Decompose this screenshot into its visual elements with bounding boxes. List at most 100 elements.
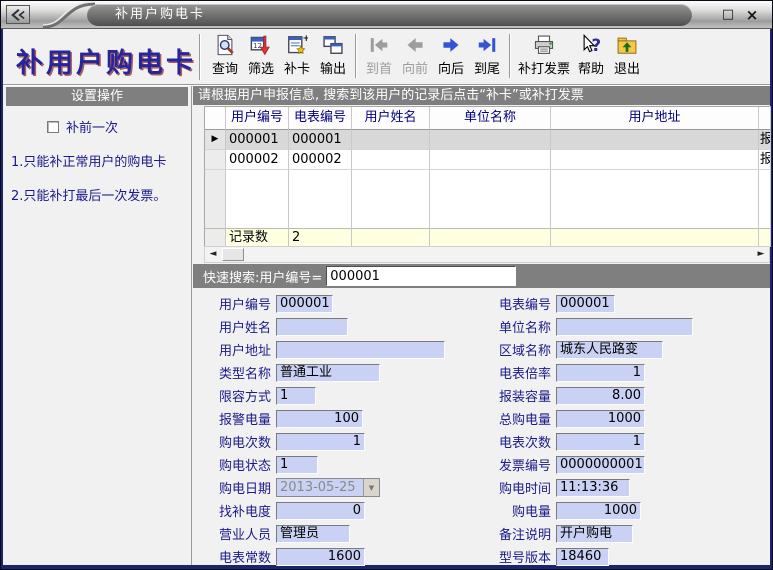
form-field[interactable]: 18460 [556, 548, 609, 566]
toolbar-button-label: 到首 [366, 58, 392, 77]
form-field[interactable]: 1600 [276, 548, 365, 566]
form-field[interactable]: 城东人民路变 [556, 341, 663, 359]
toolbar: 查询12筛选+补卡输出到首向前向后到尾补打发票?帮助退出 [207, 32, 645, 78]
scroll-right-icon[interactable]: ► [753, 247, 769, 262]
field-label: 电表倍率 [481, 363, 554, 382]
toolbar-button-reprint-invoice[interactable]: 补打发票 [515, 32, 573, 77]
toolbar-button-help[interactable]: ?帮助 [573, 32, 609, 77]
form-row: 区域名称城东人民路变 [481, 338, 693, 361]
field-label: 找补电度 [201, 501, 274, 520]
reissue-previous-checkbox[interactable]: 补前一次 [47, 117, 191, 136]
record-count-value: 2 [289, 228, 352, 247]
form-field[interactable]: 100 [276, 410, 363, 428]
sidebar: 设置操作 补前一次 1.只能补正常用户的购电卡 2.只能补打最后一次发票。 [3, 86, 192, 565]
grid-instruction-message: 请根据用户申报信息, 搜索到该用户的记录后点击“补卡”或补打发票 [193, 86, 770, 105]
toolbar-button-label: 到尾 [474, 58, 500, 77]
form-row: 购电量1000 [481, 499, 693, 522]
form-field[interactable] [556, 318, 693, 336]
form-row: 营业人员管理员 [201, 522, 445, 545]
field-label: 报警电量 [201, 409, 274, 428]
field-label: 报装容量 [481, 386, 554, 405]
scroll-left-icon[interactable]: ◄ [205, 247, 221, 262]
toolbar-button-reissue-card[interactable]: +补卡 [279, 32, 315, 77]
nav-prev-icon [403, 33, 427, 57]
field-label: 区域名称 [481, 340, 554, 359]
form-field[interactable]: 0 [276, 502, 365, 520]
form-field[interactable]: 管理员 [276, 525, 350, 543]
form-field[interactable]: 11:13:36 [556, 479, 630, 497]
toolbar-button-nav-next[interactable]: 向后 [433, 32, 469, 77]
sidebar-note-2: 2.只能补打最后一次发票。 [11, 185, 191, 204]
field-label: 购电量 [481, 501, 554, 520]
scrollbar-thumb[interactable] [222, 248, 244, 261]
purchase-date-combobox[interactable]: 2013-05-25▼ [276, 478, 380, 497]
maximize-button[interactable]: □ [718, 6, 738, 24]
form-field[interactable]: 开户购电 [556, 525, 633, 543]
close-button[interactable]: × [742, 6, 762, 24]
form-field[interactable] [276, 341, 445, 359]
form-field[interactable]: 1 [276, 456, 318, 474]
toolbar-button-nav-last[interactable]: 到尾 [469, 32, 505, 77]
field-label: 电表常数 [201, 547, 274, 566]
field-label: 总购电量 [481, 409, 554, 428]
form-field[interactable]: 1 [556, 433, 645, 451]
chevron-down-icon[interactable]: ▼ [363, 479, 379, 496]
toolbar-button-exit[interactable]: 退出 [609, 32, 645, 77]
query-search-icon [213, 33, 237, 57]
form-field[interactable]: 1 [556, 364, 645, 382]
table-row[interactable]: 000002000002报 [205, 150, 771, 170]
form-field[interactable]: 1 [276, 387, 316, 405]
svg-text:12: 12 [253, 41, 262, 50]
field-label: 用户编号 [201, 294, 274, 313]
grid-header-row: 用户编号电表编号用户姓名单位名称用户地址 [205, 107, 771, 130]
form-field[interactable] [276, 318, 348, 336]
toolbar-button-label: 补卡 [284, 58, 310, 77]
app-window: 补用户购电卡 □ × 补用户购电卡 查询12筛选+补卡输出到首向前向后到尾补打发… [0, 0, 773, 570]
form-field[interactable]: 1000 [556, 410, 645, 428]
form-field[interactable]: 1000 [556, 502, 641, 520]
toolbar-button-label: 帮助 [578, 58, 604, 77]
form-field[interactable]: 8.00 [556, 387, 645, 405]
toolbar-separator [355, 34, 357, 78]
field-label: 型号版本 [481, 547, 554, 566]
form-row: 购电状态1 [201, 453, 445, 476]
form-field[interactable]: 000001 [276, 295, 333, 313]
form-column-right: 电表编号000001单位名称区域名称城东人民路变电表倍率1报装容量8.00总购电… [481, 292, 693, 568]
reissue-card-icon: + [285, 33, 309, 57]
column-header: 电表编号 [289, 107, 352, 130]
data-grid: 用户编号电表编号用户姓名单位名称用户地址▶000001000001报000002… [204, 106, 771, 247]
field-label: 类型名称 [201, 363, 274, 382]
toolbar-button-export[interactable]: 输出 [315, 32, 351, 77]
form-row: 单位名称 [481, 315, 693, 338]
form-field[interactable]: 0000000001 [556, 456, 645, 474]
combobox-value: 2013-05-25 [277, 479, 363, 496]
toolbar-button-label: 向前 [402, 58, 428, 77]
table-row[interactable]: ▶000001000001报 [205, 130, 771, 150]
horizontal-scrollbar[interactable]: ◄ ► [204, 246, 770, 263]
toolbar-button-label: 补打发票 [518, 58, 570, 77]
form-column-left: 用户编号000001用户姓名用户地址类型名称普通工业限容方式1报警电量100购电… [201, 292, 445, 568]
toolbar-button-query-search[interactable]: 查询 [207, 32, 243, 77]
nav-next-icon [439, 33, 463, 57]
nav-last-icon [475, 33, 499, 57]
form-row: 类型名称普通工业 [201, 361, 445, 384]
app-logo-icon [6, 5, 30, 24]
form-field[interactable]: 普通工业 [276, 364, 380, 382]
toolbar-separator [509, 34, 511, 78]
main-area: 设置操作 补前一次 1.只能补正常用户的购电卡 2.只能补打最后一次发票。 请根… [3, 86, 770, 565]
form-row: 电表倍率1 [481, 361, 693, 384]
form-field[interactable]: 1 [276, 433, 365, 451]
field-label: 电表次数 [481, 432, 554, 451]
form-row: 备注说明开户购电 [481, 522, 693, 545]
form-field[interactable]: 000001 [556, 295, 615, 313]
checkbox-icon[interactable] [47, 121, 59, 133]
toolbar-button-label: 退出 [614, 58, 640, 77]
quick-search-input[interactable] [326, 266, 516, 286]
field-label: 用户地址 [201, 340, 274, 359]
toolbar-button-filter[interactable]: 12筛选 [243, 32, 279, 77]
toolbar-button-nav-prev: 向前 [397, 32, 433, 77]
form-row: 电表常数1600 [201, 545, 445, 568]
field-label: 购电时间 [481, 478, 554, 497]
quick-search-bar: 快速搜索:用户编号= [193, 264, 770, 288]
field-label: 购电次数 [201, 432, 274, 451]
